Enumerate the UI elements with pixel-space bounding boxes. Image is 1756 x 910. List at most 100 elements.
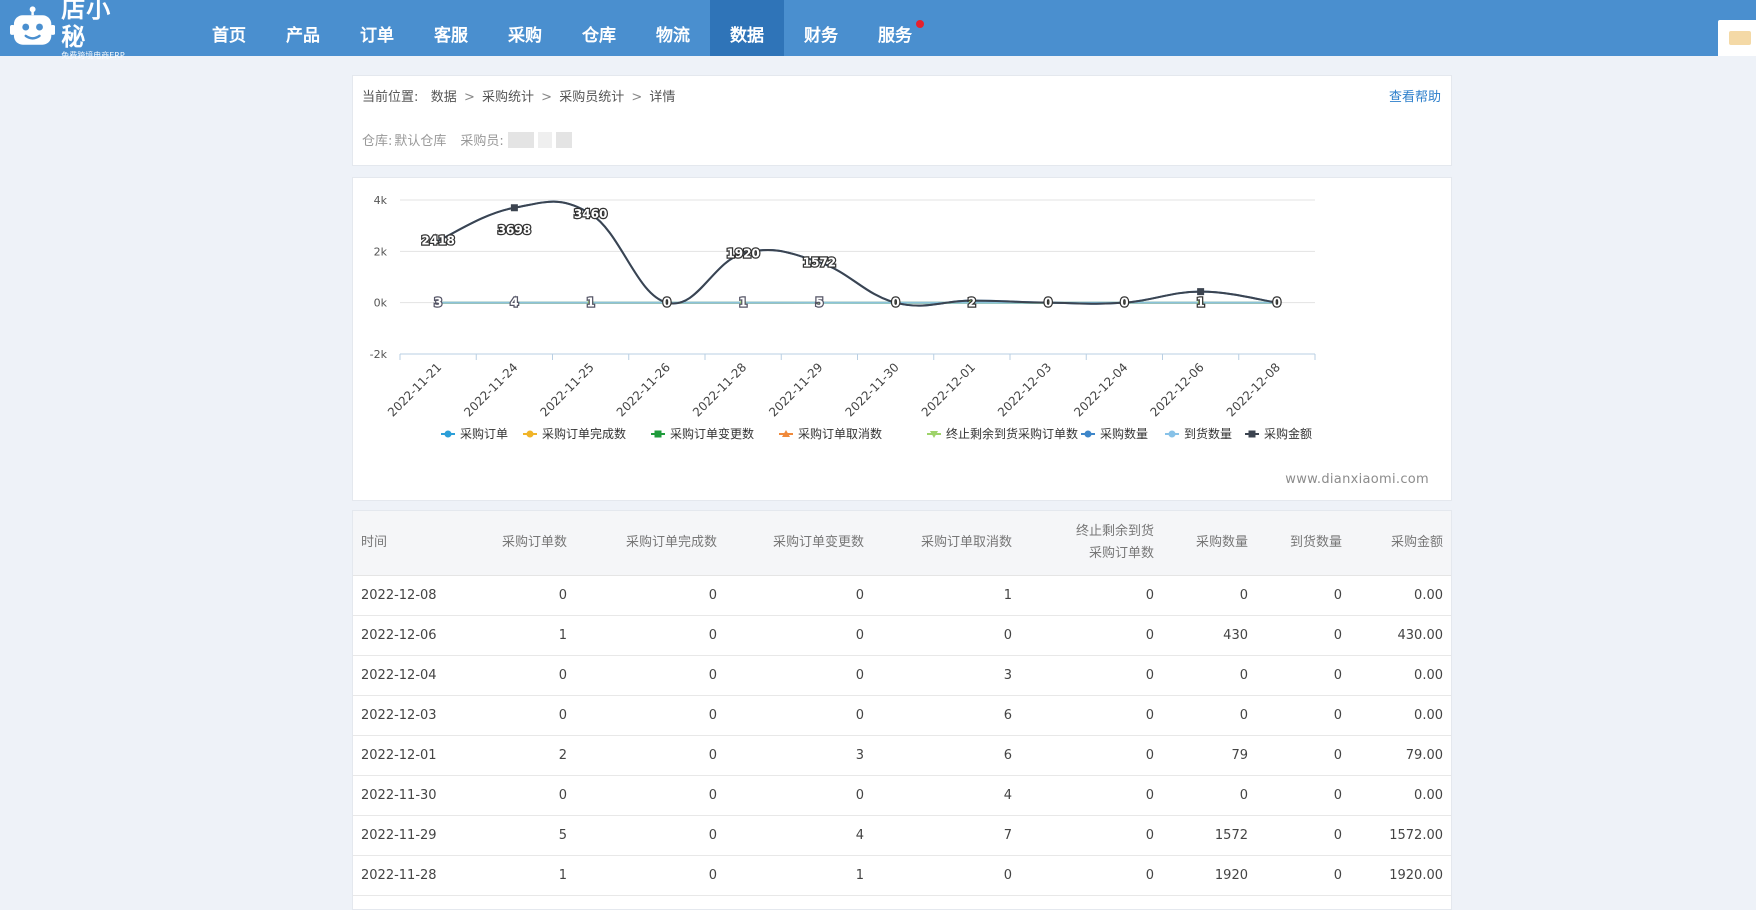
legend-item-label[interactable]: 采购订单取消数 xyxy=(798,426,882,441)
legend-marker xyxy=(445,431,452,438)
buyer-name-redacted xyxy=(538,132,552,148)
legend-item-label[interactable]: 采购金额 xyxy=(1264,426,1312,441)
breadcrumb-item-data[interactable]: 数据 xyxy=(431,90,457,105)
table-row[interactable]: 2022-12-012036079079.00 xyxy=(353,735,1451,775)
column-header-completed-count[interactable]: 采购订单完成数 xyxy=(575,511,725,575)
watermark: www.dianxiaomi.com xyxy=(1285,472,1429,487)
cell-purchase-qty: 1572 xyxy=(1162,815,1256,855)
y-tick-label: 0k xyxy=(374,297,388,310)
table-row[interactable]: 2022-11-2810100192001920.00 xyxy=(353,855,1451,895)
data-label: 2 xyxy=(968,296,976,310)
y-tick-label: 2k xyxy=(374,245,388,258)
table-row[interactable]: 2022-12-0800010000.00 xyxy=(353,575,1451,615)
cell-purchase-amount: 0.00 xyxy=(1350,655,1451,695)
column-header-order-count[interactable]: 采购订单数 xyxy=(463,511,575,575)
series-line-7 xyxy=(438,202,1277,306)
cell-purchase-qty: 0 xyxy=(1162,695,1256,735)
cell-purchase-qty: 79 xyxy=(1162,735,1256,775)
cell-date: 2022-12-03 xyxy=(353,695,463,735)
cell-arrival-qty: 0 xyxy=(1256,575,1350,615)
nav-item-finance[interactable]: 财务 xyxy=(784,0,858,56)
data-label: 1 xyxy=(739,296,747,310)
cell-completed-count: 0 xyxy=(575,855,725,895)
cell-order-count: 5 xyxy=(463,815,575,855)
cell-changed-count: 0 xyxy=(725,695,872,735)
cell-terminated-count: 0 xyxy=(1020,575,1162,615)
cell-arrival-qty: 0 xyxy=(1256,615,1350,655)
nav-item-customer-service[interactable]: 客服 xyxy=(414,0,488,56)
breadcrumb-separator: > xyxy=(631,90,642,105)
nav-item-services[interactable]: 服务 xyxy=(858,0,932,56)
x-tick-label: 2022-11-29 xyxy=(766,360,825,419)
table-row[interactable]: 2022-12-06100004300430.00 xyxy=(353,615,1451,655)
nav-item-purchase[interactable]: 采购 xyxy=(488,0,562,56)
data-label: 3 xyxy=(434,296,442,310)
cell-order-count: 0 xyxy=(463,775,575,815)
buyer-name-redacted xyxy=(508,132,534,148)
table-row[interactable]: 2022-12-0300060000.00 xyxy=(353,695,1451,735)
breadcrumb-prefix: 当前位置: xyxy=(362,90,418,105)
cell-cancelled-count: 4 xyxy=(872,775,1020,815)
data-label: 3460 xyxy=(574,207,607,221)
legend-item-label[interactable]: 采购订单 xyxy=(460,426,508,441)
column-header-terminated-count[interactable]: 终止剩余到货 采购订单数 xyxy=(1020,511,1162,575)
column-header-date[interactable]: 时间 xyxy=(353,511,463,575)
table-header-row: 时间 采购订单数 采购订单完成数 采购订单变更数 采购订单取消数 终止剩余到货 … xyxy=(353,511,1451,575)
nav-item-data[interactable]: 数据 xyxy=(710,0,784,56)
nav-item-products[interactable]: 产品 xyxy=(266,0,340,56)
table-row[interactable]: 2022-11-3000040000.00 xyxy=(353,775,1451,815)
help-link[interactable]: 查看帮助 xyxy=(1389,86,1441,105)
column-header-purchase-amount[interactable]: 采购金额 xyxy=(1350,511,1451,575)
x-tick-label: 2022-12-08 xyxy=(1224,360,1283,419)
cell-completed-count: 0 xyxy=(575,815,725,855)
series-point xyxy=(511,204,518,211)
main-nav: 首页 产品 订单 客服 采购 仓库 物流 数据 财务 服务 xyxy=(192,0,932,56)
user-avatar[interactable] xyxy=(1718,20,1756,56)
legend-item-label[interactable]: 采购订单完成数 xyxy=(542,426,626,441)
cell-arrival-qty: 0 xyxy=(1256,775,1350,815)
x-tick-label: 2022-11-25 xyxy=(538,360,597,419)
column-header-arrival-qty[interactable]: 到货数量 xyxy=(1256,511,1350,575)
nav-item-warehouse[interactable]: 仓库 xyxy=(562,0,636,56)
cell-changed-count: 4 xyxy=(725,815,872,855)
cell-terminated-count: 0 xyxy=(1020,655,1162,695)
breadcrumb-item-details: 详情 xyxy=(649,90,675,105)
cell-completed-count: 0 xyxy=(575,695,725,735)
data-label: 2418 xyxy=(421,234,454,248)
cell-cancelled-count: 1 xyxy=(872,575,1020,615)
data-label: 0 xyxy=(663,296,671,310)
cell-terminated-count: 0 xyxy=(1020,855,1162,895)
data-label: 1572 xyxy=(803,255,836,269)
cell-arrival-qty: 0 xyxy=(1256,695,1350,735)
data-label: 0 xyxy=(1273,296,1281,310)
table-row[interactable]: 2022-12-0400030000.00 xyxy=(353,655,1451,695)
cell-purchase-amount: 79.00 xyxy=(1350,735,1451,775)
legend-item-label[interactable]: 采购数量 xyxy=(1100,426,1148,441)
column-header-purchase-qty[interactable]: 采购数量 xyxy=(1162,511,1256,575)
breadcrumb-item-purchase-stats[interactable]: 采购统计 xyxy=(482,90,534,105)
column-header-cancelled-count[interactable]: 采购订单取消数 xyxy=(872,511,1020,575)
nav-item-home[interactable]: 首页 xyxy=(192,0,266,56)
cell-arrival-qty: 0 xyxy=(1256,735,1350,775)
brand-logo[interactable]: 店小秘 免费跨境电商ERP xyxy=(10,4,135,52)
cell-purchase-amount: 0.00 xyxy=(1350,575,1451,615)
breadcrumb-card: 当前位置: 数据 > 采购统计 > 采购员统计 > 详情 查看帮助 仓库: 默认… xyxy=(352,75,1452,166)
nav-item-orders[interactable]: 订单 xyxy=(340,0,414,56)
top-navbar: 店小秘 免费跨境电商ERP 首页 产品 订单 客服 采购 仓库 物流 数据 财务… xyxy=(0,0,1756,56)
line-chart: 4k2k0k-2k2022-11-212022-11-242022-11-252… xyxy=(353,178,1453,502)
brand-slogan: 免费跨境电商ERP xyxy=(61,51,135,61)
nav-item-logistics[interactable]: 物流 xyxy=(636,0,710,56)
cell-arrival-qty: 0 xyxy=(1256,855,1350,895)
data-label: 1 xyxy=(1196,296,1204,310)
column-header-changed-count[interactable]: 采购订单变更数 xyxy=(725,511,872,575)
cell-changed-count: 0 xyxy=(725,575,872,615)
legend-item-label[interactable]: 采购订单变更数 xyxy=(670,426,754,441)
table-row[interactable]: 2022-11-2950470157201572.00 xyxy=(353,815,1451,855)
cell-cancelled-count: 6 xyxy=(872,695,1020,735)
legend-item-label[interactable]: 到货数量 xyxy=(1184,426,1232,441)
legend-item-label[interactable]: 终止剩余到货采购订单数 xyxy=(946,426,1078,441)
breadcrumb-item-buyer-stats[interactable]: 采购员统计 xyxy=(559,90,624,105)
cell-purchase-amount: 0.00 xyxy=(1350,695,1451,735)
notification-dot xyxy=(916,20,924,28)
cell-cancelled-count: 6 xyxy=(872,735,1020,775)
